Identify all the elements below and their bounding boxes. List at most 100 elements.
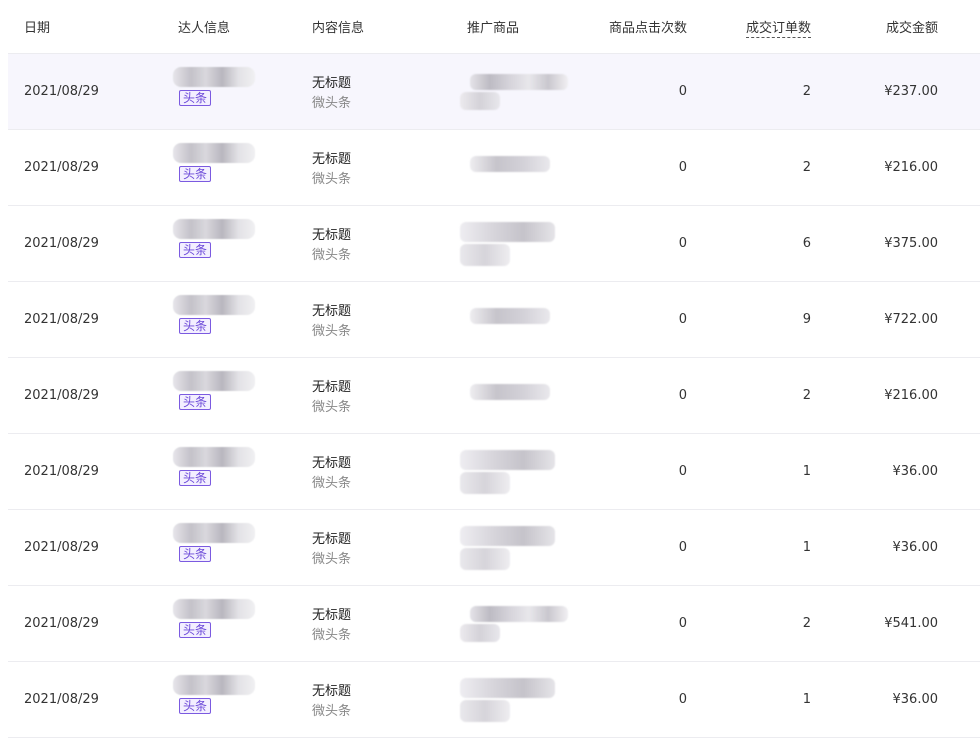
row-orders: 1: [802, 464, 811, 479]
platform-tag: 头条: [179, 166, 212, 182]
row-amount: ¥237.00: [884, 84, 938, 99]
row-date: 2021/08/29: [24, 160, 99, 175]
platform-tag: 头条: [179, 394, 212, 410]
row-clicks: 0: [678, 540, 687, 555]
table-row[interactable]: 2021/08/29 头条 无标题 微头条 0 2 ¥541.00: [8, 586, 980, 662]
content-title: 无标题: [312, 532, 352, 547]
content-info[interactable]: 无标题 微头条: [312, 302, 351, 342]
promoted-product[interactable]: [460, 678, 572, 724]
platform-tag: 头条: [179, 242, 212, 258]
influencer-name-blurred: [173, 523, 255, 543]
row-orders: 2: [802, 388, 811, 403]
table-row[interactable]: 2021/08/29 头条 无标题 微头条 0 1 ¥36.00: [8, 662, 980, 738]
row-orders: 1: [802, 692, 811, 707]
content-info[interactable]: 无标题 微头条: [312, 454, 351, 494]
influencer-info[interactable]: 头条: [171, 597, 261, 652]
promoted-product[interactable]: [460, 146, 572, 192]
content-info[interactable]: 无标题 微头条: [312, 150, 351, 190]
content-title: 无标题: [312, 152, 352, 167]
row-date: 2021/08/29: [24, 692, 99, 707]
promoted-product[interactable]: [460, 602, 572, 648]
promoted-product[interactable]: [460, 450, 572, 496]
content-info[interactable]: 无标题 微头条: [312, 530, 351, 570]
influencer-info[interactable]: 头条: [171, 369, 261, 424]
platform-tag: 头条: [179, 622, 212, 638]
promoted-product[interactable]: [460, 222, 572, 268]
influencer-name-blurred: [173, 219, 255, 239]
row-orders: 2: [802, 84, 811, 99]
influencer-name-blurred: [173, 599, 255, 619]
promoted-product[interactable]: [460, 374, 572, 420]
product-blurred: [470, 384, 550, 400]
product-blurred: [460, 244, 510, 266]
content-title: 无标题: [312, 684, 352, 699]
platform-tag: 头条: [179, 90, 212, 106]
table-row[interactable]: 2021/08/29 头条 无标题 微头条 0 1 ¥36.00: [8, 510, 980, 586]
row-date: 2021/08/29: [24, 540, 99, 555]
column-header-orders-tooltip[interactable]: 成交订单数: [745, 17, 811, 38]
content-title: 无标题: [312, 228, 352, 243]
content-title: 无标题: [312, 304, 352, 319]
content-info[interactable]: 无标题 微头条: [312, 682, 351, 722]
content-source: 微头条: [312, 628, 352, 643]
row-orders: 6: [802, 236, 811, 251]
platform-tag: 头条: [179, 546, 212, 562]
influencer-info[interactable]: 头条: [171, 445, 261, 500]
promoted-product[interactable]: [460, 298, 572, 344]
row-date: 2021/08/29: [24, 464, 99, 479]
influencer-name-blurred: [173, 143, 255, 163]
content-source: 微头条: [312, 704, 352, 719]
row-clicks: 0: [678, 160, 687, 175]
product-blurred: [460, 472, 510, 494]
row-date: 2021/08/29: [24, 312, 99, 327]
influencer-info[interactable]: 头条: [171, 521, 261, 576]
content-title: 无标题: [312, 76, 352, 91]
influencer-name-blurred: [173, 447, 255, 467]
content-info[interactable]: 无标题 微头条: [312, 74, 351, 114]
platform-tag: 头条: [179, 698, 212, 714]
table-row[interactable]: 2021/08/29 头条 无标题 微头条 0 9 ¥722.00: [8, 282, 980, 358]
table-header: 日期 达人信息 内容信息 推广商品 商品点击次数 成交订单数 成交金额: [8, 0, 980, 54]
row-clicks: 0: [678, 464, 687, 479]
column-header-content: 内容信息: [312, 21, 365, 36]
content-info[interactable]: 无标题 微头条: [312, 606, 351, 646]
row-amount: ¥216.00: [884, 160, 938, 175]
content-info[interactable]: 无标题 微头条: [312, 226, 351, 266]
platform-tag: 头条: [179, 318, 212, 334]
content-title: 无标题: [312, 608, 352, 623]
influencer-name-blurred: [173, 675, 255, 695]
content-source: 微头条: [312, 400, 352, 415]
influencer-info[interactable]: 头条: [171, 673, 261, 728]
table-row[interactable]: 2021/08/29 头条 无标题 微头条 0 6 ¥375.00: [8, 206, 980, 282]
table-row[interactable]: 2021/08/29 头条 无标题 微头条 0 2 ¥216.00: [8, 358, 980, 434]
row-clicks: 0: [678, 616, 687, 631]
table-row[interactable]: 2021/08/29 头条 无标题 微头条 0 1 ¥36.00: [8, 434, 980, 510]
row-clicks: 0: [678, 236, 687, 251]
platform-tag: 头条: [179, 470, 212, 486]
row-date: 2021/08/29: [24, 616, 99, 631]
product-blurred: [470, 606, 568, 622]
row-orders: 9: [802, 312, 811, 327]
influencer-info[interactable]: 头条: [171, 141, 261, 196]
row-clicks: 0: [678, 312, 687, 327]
table-row[interactable]: 2021/08/29 头条 无标题 微头条 0 2 ¥237.00: [8, 54, 980, 130]
content-source: 微头条: [312, 552, 352, 567]
promoted-product[interactable]: [460, 526, 572, 572]
influencer-name-blurred: [173, 371, 255, 391]
row-amount: ¥36.00: [892, 692, 939, 707]
content-info[interactable]: 无标题 微头条: [312, 378, 351, 418]
row-amount: ¥722.00: [884, 312, 938, 327]
promoted-product[interactable]: [460, 70, 572, 116]
column-header-influencer: 达人信息: [178, 21, 231, 36]
influencer-info[interactable]: 头条: [171, 293, 261, 348]
row-clicks: 0: [678, 692, 687, 707]
row-orders: 2: [802, 160, 811, 175]
influencer-info[interactable]: 头条: [171, 217, 261, 272]
product-blurred: [460, 548, 510, 570]
row-amount: ¥541.00: [884, 616, 938, 631]
row-date: 2021/08/29: [24, 236, 99, 251]
influencer-info[interactable]: 头条: [171, 65, 261, 120]
table-row[interactable]: 2021/08/29 头条 无标题 微头条 0 2 ¥216.00: [8, 130, 980, 206]
product-blurred: [470, 156, 550, 172]
row-clicks: 0: [678, 388, 687, 403]
